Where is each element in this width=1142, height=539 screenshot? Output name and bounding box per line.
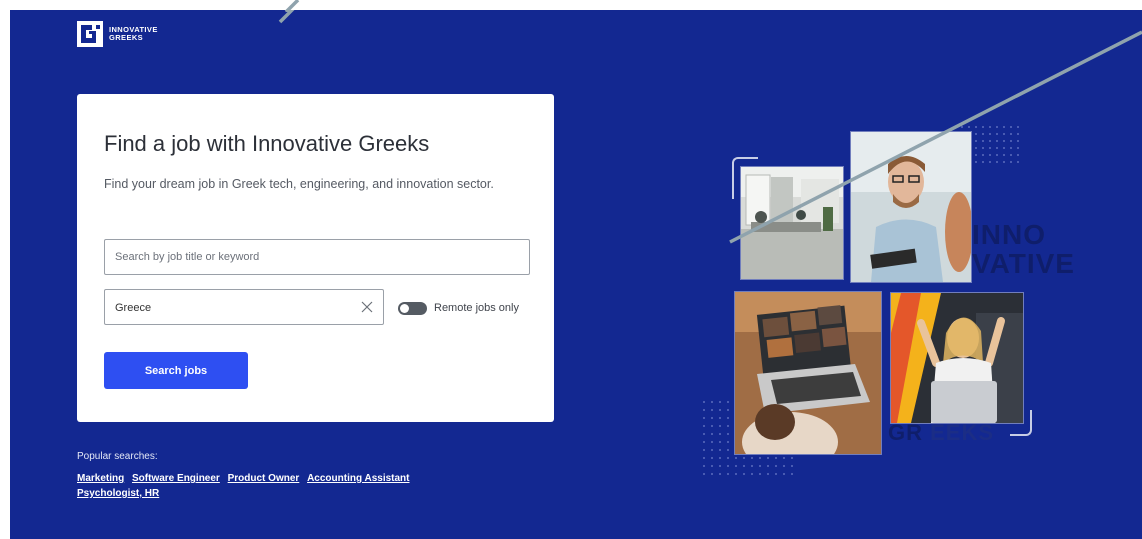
hero-section: INNOVATIVE GREEKS Find a job with Innova…: [10, 10, 1142, 539]
overlay-line-top: [284, 0, 300, 12]
overlay-line-decoration: [278, 10, 1142, 244]
